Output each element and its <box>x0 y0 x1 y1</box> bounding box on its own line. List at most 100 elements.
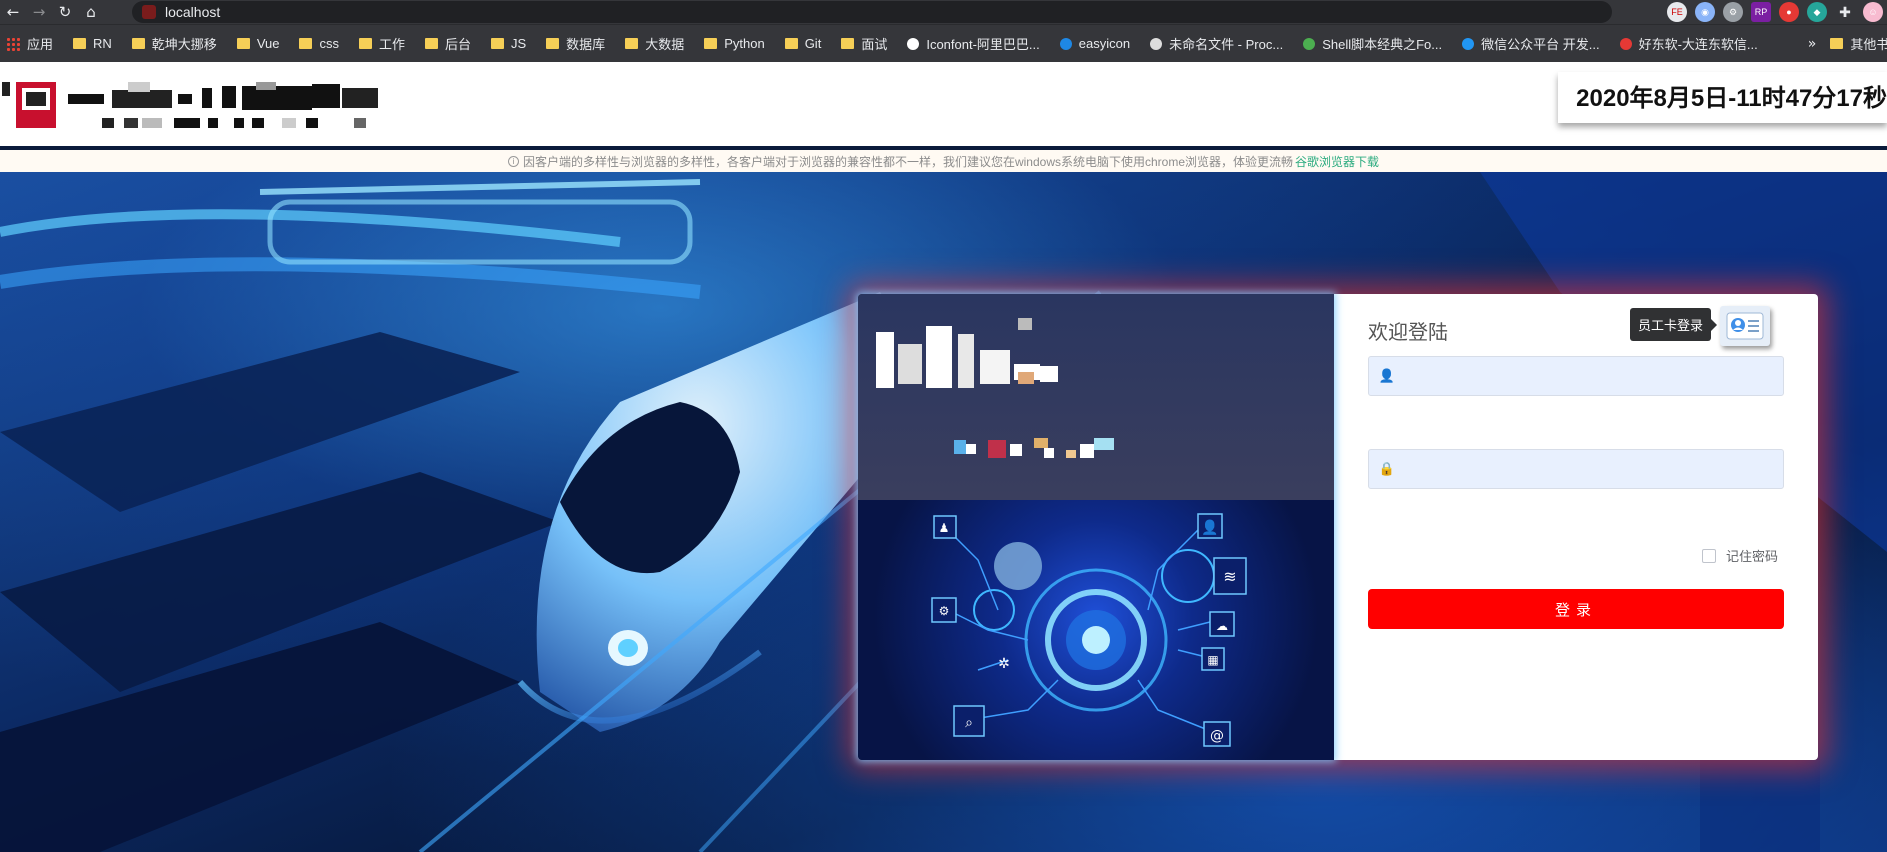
svg-text:⌕: ⌕ <box>965 715 973 731</box>
iconfont-icon <box>907 37 920 50</box>
bookmark-label: Vue <box>256 36 280 51</box>
svg-text:👤: 👤 <box>1201 519 1218 536</box>
bookmark-item[interactable]: 面试 <box>841 34 887 53</box>
back-button[interactable]: ← <box>0 0 26 24</box>
url-text: localhost <box>165 4 221 20</box>
chrome-download-link[interactable]: 谷歌浏览器下载 <box>1295 153 1379 170</box>
svg-text:♟: ♟ <box>939 521 950 535</box>
folder-icon <box>704 38 718 49</box>
username-input[interactable] <box>1405 368 1745 384</box>
bookmark-item[interactable]: 好东软-大连东软信... <box>1619 34 1758 53</box>
password-input[interactable] <box>1405 461 1745 477</box>
folder-icon <box>625 38 639 49</box>
tech-illustration: ♟ 👤 ⚙ ≋ ☁ ▦ ✲ ⌕ @ <box>858 500 1334 760</box>
svg-text:@: @ <box>1210 728 1224 744</box>
extension-icons: FE ◉ ⚙ RP ● ◆ ✚ ☺ <box>1667 2 1883 22</box>
folder-icon <box>546 38 560 49</box>
red-extension-icon[interactable]: ● <box>1779 2 1799 22</box>
id-card-icon <box>1726 312 1764 340</box>
bookmark-label: 好东软-大连东软信... <box>1638 37 1758 52</box>
bookmark-label: 后台 <box>444 37 471 52</box>
fe-extension-icon[interactable]: FE <box>1667 2 1687 22</box>
bookmark-item[interactable]: css <box>299 36 339 51</box>
address-bar[interactable]: localhost <box>132 1 1612 23</box>
folder-icon <box>131 38 145 49</box>
forward-button[interactable]: → <box>26 0 52 24</box>
remember-password-label: 记住密码 <box>1725 550 1778 565</box>
reload-button[interactable]: ↻ <box>52 0 78 24</box>
bookmark-item[interactable]: 数据库 <box>546 34 605 53</box>
folder-icon <box>424 38 438 49</box>
svg-text:☁: ☁ <box>1216 619 1228 633</box>
employee-card-login-button[interactable] <box>1720 306 1770 346</box>
bookmark-label: easyicon <box>1078 36 1131 51</box>
bookmark-item[interactable]: JS <box>491 36 526 51</box>
folder-icon <box>358 38 372 49</box>
bookmark-label: 工作 <box>378 37 405 52</box>
teal-extension-icon[interactable]: ◆ <box>1807 2 1827 22</box>
bookmark-item[interactable]: RN <box>73 36 112 51</box>
folder-icon <box>491 38 504 49</box>
wechat-dev-icon <box>1462 37 1475 50</box>
remember-password[interactable]: 记住密码 <box>1701 546 1778 565</box>
login-form: 欢迎登陆 员工卡登录 👤 🔒 记住密码 登录 <box>1334 294 1818 760</box>
svg-text:▦: ▦ <box>1207 653 1218 667</box>
browser-compat-notice: i 因客户端的多样性与浏览器的多样性，各客户端对于浏览器的兼容性都不一样，我们建… <box>0 150 1887 172</box>
bookmark-item[interactable]: Vue <box>236 36 280 51</box>
system-name-logo <box>876 318 1114 458</box>
bookmark-label: Git <box>804 36 822 51</box>
bookmark-item[interactable]: Shell脚本经典之Fo... <box>1303 34 1442 53</box>
bookmark-item[interactable]: easyicon <box>1059 36 1131 51</box>
home-button[interactable]: ⌂ <box>78 0 104 24</box>
neusoft-icon <box>1619 37 1632 50</box>
login-button[interactable]: 登录 <box>1368 589 1784 629</box>
folder-icon <box>784 38 798 49</box>
other-bookmarks-label: 其他书 <box>1850 37 1887 52</box>
employee-card-tooltip: 员工卡登录 <box>1630 308 1718 341</box>
other-bookmarks[interactable]: 其他书 <box>1830 34 1887 53</box>
bookmark-label: 应用 <box>27 37 54 52</box>
bookmark-item[interactable]: 工作 <box>358 34 405 53</box>
bookmark-label: Shell脚本经典之Fo... <box>1322 37 1443 52</box>
bookmarks-bar: 应用 RN 乾坤大挪移 Vue css 工作 后台 JS 数据库 大数据 Python Git 面试 Ic… <box>0 24 1887 62</box>
bookmark-item[interactable]: 应用 <box>6 34 53 53</box>
login-title: 欢迎登陆 <box>1368 320 1448 344</box>
bookmark-item[interactable]: Git <box>784 36 822 51</box>
gear-extension-icon[interactable]: ⚙ <box>1723 2 1743 22</box>
svg-text:≋: ≋ <box>1223 567 1236 586</box>
app-header: 2020年8月5日-11时47分17秒 <box>0 62 1887 146</box>
bookmark-label: Python <box>724 36 765 51</box>
company-logo <box>2 82 378 128</box>
octocat-extension-icon[interactable]: ◉ <box>1695 2 1715 22</box>
folder-icon <box>841 38 855 49</box>
bookmark-label: 数据库 <box>566 37 606 52</box>
login-banner: ♟ 👤 ⚙ ≋ ☁ ▦ ✲ ⌕ @ <box>858 294 1334 760</box>
bookmark-item[interactable]: 后台 <box>424 34 471 53</box>
folder-icon <box>299 38 313 49</box>
remember-password-checkbox[interactable] <box>1701 548 1716 563</box>
bookmark-label: 面试 <box>861 37 888 52</box>
more-bookmarks-chevron-icon[interactable]: » <box>1808 36 1817 52</box>
bookmark-label: 微信公众平台 开发... <box>1481 37 1600 52</box>
profile-avatar-icon[interactable]: ☺ <box>1863 2 1883 22</box>
folder-icon <box>73 38 87 49</box>
password-field[interactable]: 🔒 <box>1368 449 1784 489</box>
bookmark-item[interactable]: 大数据 <box>625 34 684 53</box>
folder-icon <box>1830 38 1844 49</box>
bookmark-item[interactable]: 未命名文件 - Proc... <box>1150 34 1283 53</box>
processon-icon <box>1150 37 1163 50</box>
bookmark-item[interactable]: Iconfont-阿里巴巴... <box>907 34 1040 53</box>
lock-icon: 🔒 <box>1378 461 1396 477</box>
bookmark-label: RN <box>93 36 112 51</box>
bookmark-label: 乾坤大挪移 <box>151 37 217 52</box>
bookmark-item[interactable]: 乾坤大挪移 <box>131 34 217 53</box>
apps-grid-icon <box>6 36 20 51</box>
bookmark-item[interactable]: Python <box>704 36 765 51</box>
puzzle-extensions-icon[interactable]: ✚ <box>1835 2 1855 22</box>
rp-extension-icon[interactable]: RP <box>1751 2 1771 22</box>
bookmark-item[interactable]: 微信公众平台 开发... <box>1462 34 1600 53</box>
bookmark-label: 未命名文件 - Proc... <box>1169 37 1284 52</box>
svg-text:✲: ✲ <box>998 656 1010 672</box>
username-field[interactable]: 👤 <box>1368 356 1784 396</box>
current-datetime: 2020年8月5日-11时47分17秒 <box>1558 72 1887 123</box>
